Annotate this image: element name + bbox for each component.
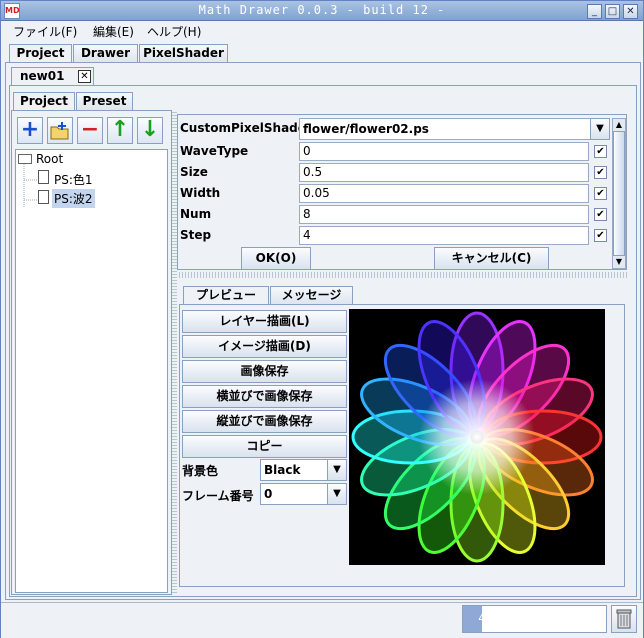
add-folder-button[interactable] [47,117,73,144]
menu-bar: ファイル(F) 編集(E) ヘルプ(H) [1,21,643,41]
draw-layer-button[interactable]: レイヤー描画(L) [182,310,347,333]
prop-label-num: Num [180,207,212,221]
shader-label: CustomPixelShader [180,121,312,135]
prop-input-num[interactable]: 8 [299,205,589,224]
menu-help[interactable]: ヘルプ(H) [147,23,201,40]
chevron-down-icon[interactable]: ▼ [327,459,347,481]
prop-label-size: Size [180,165,208,179]
memory-text: 4317KB / 32544KB [478,611,591,625]
tree-item-wave2[interactable]: PS:波2 [52,189,95,208]
move-down-icon: ↓ [140,117,160,142]
move-down-button[interactable]: ↓ [137,117,163,144]
trash-icon [616,609,632,629]
close-button[interactable]: ✕ [623,4,638,19]
tab-left-preset[interactable]: Preset [76,92,133,111]
save-image-button[interactable]: 画像保存 [182,360,347,383]
prop-check-num[interactable]: ✔ [594,208,607,221]
doc-tab-label: new01 [20,69,65,83]
prop-check-size[interactable]: ✔ [594,166,607,179]
copy-button[interactable]: コピー [182,435,347,458]
frame-number-select[interactable]: 0 [260,483,328,505]
garbage-collect-button[interactable] [611,605,637,633]
bg-color-label: 背景色 [182,464,219,478]
prop-input-size[interactable]: 0.5 [299,163,589,182]
title-bar[interactable]: MD Math Drawer 0.0.3 - build 12 - _ □ ✕ [1,1,643,21]
scroll-thumb[interactable] [613,131,625,256]
scroll-up-icon[interactable]: ▲ [613,119,625,131]
tab-drawer[interactable]: Drawer [73,44,138,63]
prop-input-wavetype[interactable]: 0 [299,142,589,161]
chevron-down-icon[interactable]: ▼ [327,483,347,505]
tab-left-project[interactable]: Project [13,92,75,111]
prop-check-step[interactable]: ✔ [594,229,607,242]
tab-project[interactable]: Project [9,44,72,63]
tab-messages[interactable]: メッセージ [270,286,353,305]
prop-label-width: Width [180,186,221,200]
remove-button[interactable]: − [77,117,103,144]
save-vertical-button[interactable]: 縦並びで画像保存 [182,410,347,433]
folder-icon [18,154,32,164]
ok-button[interactable]: OK(O) [241,247,311,270]
frame-number-label: フレーム番号 [182,489,254,503]
tree-root[interactable]: Root [36,152,63,166]
tab-pixelshader[interactable]: PixelShader [139,44,228,63]
move-up-icon: ↑ [110,117,130,142]
menu-edit[interactable]: 編集(E) [93,23,134,40]
preview-canvas [349,309,605,565]
chevron-down-icon[interactable]: ▼ [590,118,610,140]
minimize-button[interactable]: _ [587,4,602,19]
scroll-down-icon[interactable]: ▼ [613,256,625,268]
cancel-button[interactable]: キャンセル(C) [434,247,549,270]
shader-select[interactable]: flower/flower02.ps [299,118,591,140]
remove-icon: − [80,117,100,142]
maximize-button[interactable]: □ [605,4,620,19]
prop-input-width[interactable]: 0.05 [299,184,589,203]
file-icon [38,170,49,184]
prop-check-wavetype[interactable]: ✔ [594,145,607,158]
draw-image-button[interactable]: イメージ描画(D) [182,335,347,358]
menu-file[interactable]: ファイル(F) [13,23,77,40]
prop-label-wavetype: WaveType [180,144,249,158]
tree-item-color1[interactable]: PS:色1 [54,171,93,188]
app-window: MD Math Drawer 0.0.3 - build 12 - _ □ ✕ … [0,0,644,638]
tab-preview[interactable]: プレビュー [183,286,269,305]
prop-label-step: Step [180,228,212,242]
save-horizontal-button[interactable]: 横並びで画像保存 [182,385,347,408]
add-button[interactable]: + [17,117,43,144]
project-tree[interactable]: Root PS:色1 PS:波2 [15,149,168,593]
move-up-button[interactable]: ↑ [107,117,133,144]
properties-scrollbar[interactable]: ▲ ▼ [612,118,626,269]
file-icon [38,190,49,204]
horizontal-splitter[interactable] [177,272,627,278]
prop-input-step[interactable]: 4 [299,226,589,245]
add-folder-icon [50,122,69,140]
memory-bar: 4317KB / 32544KB [462,605,607,633]
window-title: Math Drawer 0.0.3 - build 12 - [198,3,446,17]
close-tab-icon[interactable]: ✕ [78,70,91,83]
add-icon: + [20,117,40,142]
tab-new01[interactable]: new01 ✕ [11,67,94,86]
flower-image [351,311,603,563]
bg-color-select[interactable]: Black [260,459,328,481]
prop-check-width[interactable]: ✔ [594,187,607,200]
